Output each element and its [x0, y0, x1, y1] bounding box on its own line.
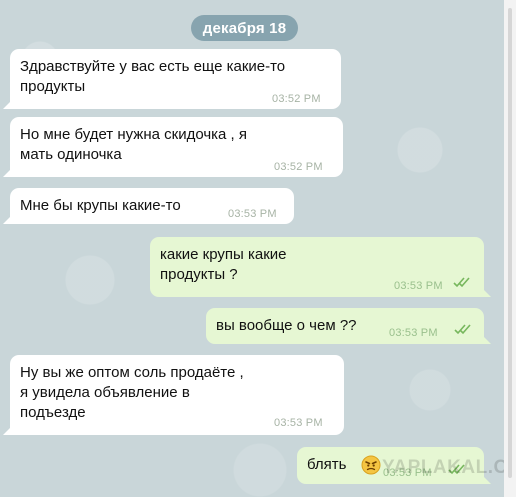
message-text: Здравствуйте у вас есть еще какие-то про… — [20, 58, 286, 95]
date-separator: декабря 18 — [191, 15, 298, 41]
read-check-icon — [452, 276, 472, 288]
message-bubble-outgoing[interactable]: какие крупы какие продукты ? 03:53 PM — [150, 237, 491, 297]
chat-window: декабря 18 Здравствуйте у вас есть еще к… — [0, 0, 516, 497]
message-time: 03:52 PM — [272, 93, 321, 105]
message-bubble-incoming[interactable]: Но мне будет нужна скидочка , я мать оди… — [3, 117, 343, 177]
message-text: блять — [307, 456, 347, 473]
angry-emoji-icon — [361, 455, 381, 475]
read-check-icon — [453, 323, 473, 335]
message-bubble-incoming[interactable]: Здравствуйте у вас есть еще какие-то про… — [3, 49, 341, 109]
message-text: Ну вы же оптом соль продаёте , я увидела… — [20, 364, 244, 421]
message-time: 03:53 PM — [274, 417, 323, 429]
message-bubble-incoming[interactable]: Ну вы же оптом соль продаёте , я увидела… — [3, 355, 344, 435]
watermark: YAPLAKAL.COM — [382, 457, 516, 478]
message-time: 03:53 PM — [228, 208, 277, 220]
message-text: какие крупы какие продукты ? — [160, 246, 287, 283]
message-bubble-outgoing[interactable]: вы вообще о чем ?? 03:53 PM — [206, 308, 491, 344]
message-text: Мне бы крупы какие-то — [20, 197, 181, 214]
scrollbar[interactable] — [504, 0, 516, 497]
message-text: Но мне будет нужна скидочка , я мать оди… — [20, 126, 248, 163]
message-bubble-incoming[interactable]: Мне бы крупы какие-то 03:53 PM — [3, 188, 294, 224]
message-time: 03:53 PM — [394, 280, 443, 292]
message-time: 03:52 PM — [274, 161, 323, 173]
message-text: вы вообще о чем ?? — [216, 317, 357, 334]
message-time: 03:53 PM — [389, 327, 438, 339]
